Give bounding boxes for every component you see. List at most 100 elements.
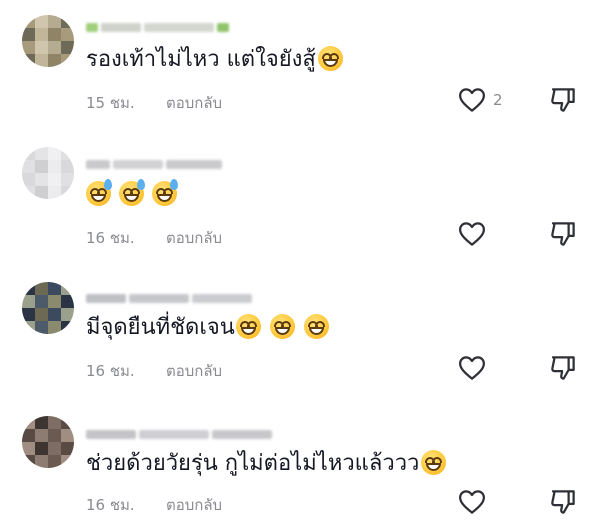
avatar-pixel bbox=[48, 54, 61, 67]
thumbs-down-outline-icon bbox=[551, 88, 575, 112]
avatar-pixel bbox=[22, 455, 35, 468]
like-count: 2 bbox=[493, 91, 503, 109]
avatar-pixel bbox=[61, 295, 74, 308]
reply-button[interactable]: ตอบกลับ bbox=[166, 493, 222, 517]
grinning-face-icon bbox=[317, 46, 343, 71]
avatar-pixel bbox=[48, 282, 61, 295]
comment-time: 15 ชม. bbox=[86, 94, 135, 112]
comment-text bbox=[86, 179, 178, 210]
avatar-pixel bbox=[22, 321, 35, 334]
avatar-pixel bbox=[22, 308, 35, 321]
avatar-pixel bbox=[35, 321, 48, 334]
avatar-pixel bbox=[48, 442, 61, 455]
grinning-face-icon bbox=[303, 314, 329, 339]
like-button[interactable] bbox=[457, 85, 487, 115]
reply-button[interactable]: ตอบกลับ bbox=[166, 91, 222, 115]
avatar-pixel bbox=[35, 455, 48, 468]
thumbs-down-outline-icon bbox=[551, 222, 575, 246]
avatar-pixel bbox=[61, 41, 74, 54]
avatar-pixel bbox=[35, 173, 48, 186]
avatar-pixel bbox=[48, 41, 61, 54]
avatar-pixel bbox=[22, 147, 35, 160]
username-redacted[interactable] bbox=[86, 288, 255, 303]
thumbs-down-outline-icon bbox=[551, 356, 575, 380]
heart-outline-icon bbox=[459, 356, 485, 380]
avatar-pixel bbox=[48, 416, 61, 429]
avatar-pixel bbox=[35, 28, 48, 41]
avatar-pixel bbox=[61, 416, 74, 429]
avatar-pixel bbox=[61, 15, 74, 28]
heart-outline-icon bbox=[459, 88, 485, 112]
avatar-pixel bbox=[48, 321, 61, 334]
username-redacted[interactable] bbox=[86, 424, 275, 439]
avatar-pixel bbox=[22, 416, 35, 429]
avatar-pixel bbox=[61, 173, 74, 186]
dislike-button[interactable] bbox=[548, 85, 578, 115]
avatar[interactable] bbox=[22, 282, 74, 334]
avatar-pixel bbox=[35, 15, 48, 28]
avatar-pixel bbox=[22, 282, 35, 295]
avatar-pixel bbox=[35, 429, 48, 442]
avatar-pixel bbox=[61, 455, 74, 468]
grinning-face-icon bbox=[269, 314, 295, 339]
avatar-pixel bbox=[22, 295, 35, 308]
dislike-button[interactable] bbox=[548, 487, 578, 517]
avatar-pixel bbox=[22, 41, 35, 54]
comment-text: รองเท้าไม่ไหว แต่ใจยังสู้ bbox=[86, 45, 343, 75]
avatar-pixel bbox=[61, 186, 74, 199]
avatar-pixel bbox=[35, 416, 48, 429]
avatar-pixel bbox=[61, 321, 74, 334]
avatar-pixel bbox=[35, 295, 48, 308]
grinning-face-icon bbox=[235, 314, 261, 339]
heart-outline-icon bbox=[459, 490, 485, 514]
avatar[interactable] bbox=[22, 416, 74, 468]
avatar-pixel bbox=[22, 186, 35, 199]
avatar-pixel bbox=[48, 455, 61, 468]
avatar-pixel bbox=[48, 15, 61, 28]
username-redacted[interactable] bbox=[86, 154, 225, 169]
avatar-pixel bbox=[48, 173, 61, 186]
avatar-pixel bbox=[48, 186, 61, 199]
avatar-pixel bbox=[61, 54, 74, 67]
like-button[interactable] bbox=[457, 219, 487, 249]
avatar-pixel bbox=[35, 160, 48, 173]
comment-time: 16 ชม. bbox=[86, 496, 135, 514]
avatar-pixel bbox=[35, 54, 48, 67]
avatar-pixel bbox=[48, 147, 61, 160]
like-button[interactable] bbox=[457, 353, 487, 383]
avatar-pixel bbox=[22, 160, 35, 173]
comment-text: ช่วยด้วยวัยรุ่น กูไม่ต่อไม่ไหวแล้ววว bbox=[86, 449, 447, 479]
comment-text: มีจุดยืนที่ชัดเจน bbox=[86, 313, 329, 343]
avatar[interactable] bbox=[22, 147, 74, 199]
avatar-pixel bbox=[61, 282, 74, 295]
avatar-pixel bbox=[48, 28, 61, 41]
reply-button[interactable]: ตอบกลับ bbox=[166, 226, 222, 250]
like-button[interactable] bbox=[457, 487, 487, 517]
grinning-sweat-icon bbox=[86, 179, 112, 206]
avatar-pixel bbox=[61, 147, 74, 160]
username-redacted[interactable] bbox=[86, 17, 232, 32]
dislike-button[interactable] bbox=[548, 353, 578, 383]
avatar-pixel bbox=[22, 429, 35, 442]
avatar-pixel bbox=[35, 308, 48, 321]
grinning-face-icon bbox=[421, 450, 447, 475]
avatar-pixel bbox=[61, 308, 74, 321]
avatar-pixel bbox=[61, 160, 74, 173]
avatar-pixel bbox=[22, 173, 35, 186]
avatar[interactable] bbox=[22, 15, 74, 67]
reply-button[interactable]: ตอบกลับ bbox=[166, 359, 222, 383]
avatar-pixel bbox=[48, 295, 61, 308]
avatar-pixel bbox=[22, 54, 35, 67]
avatar-pixel bbox=[35, 186, 48, 199]
avatar-pixel bbox=[61, 442, 74, 455]
avatar-pixel bbox=[35, 282, 48, 295]
avatar-pixel bbox=[48, 429, 61, 442]
avatar-pixel bbox=[22, 28, 35, 41]
grinning-sweat-icon bbox=[152, 179, 178, 206]
heart-outline-icon bbox=[459, 222, 485, 246]
thumbs-down-outline-icon bbox=[551, 490, 575, 514]
grinning-sweat-icon bbox=[119, 179, 145, 206]
avatar-pixel bbox=[35, 442, 48, 455]
dislike-button[interactable] bbox=[548, 219, 578, 249]
avatar-pixel bbox=[35, 147, 48, 160]
